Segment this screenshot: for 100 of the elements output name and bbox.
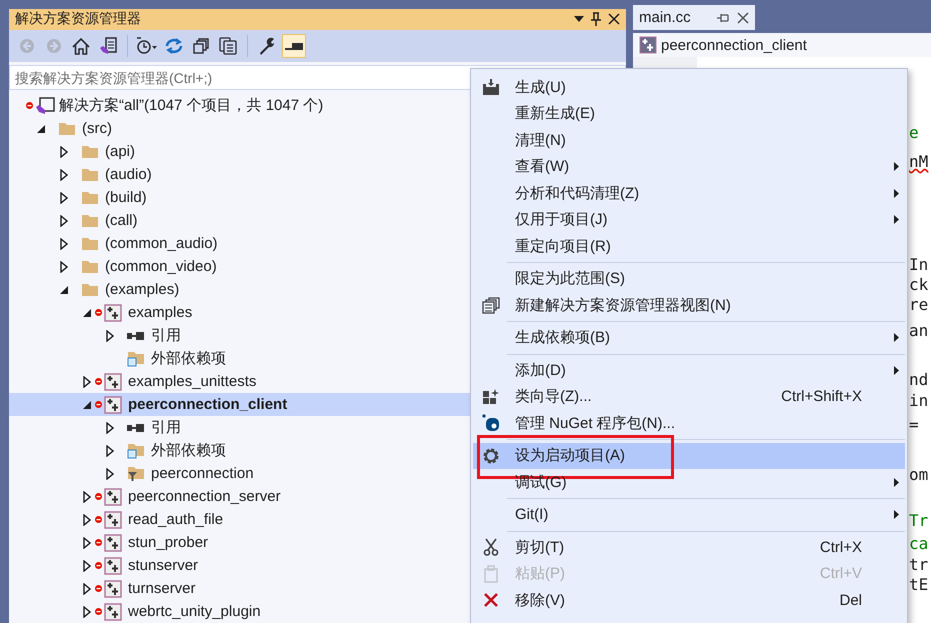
collapse-all-icon bbox=[193, 38, 209, 54]
panel-title: 解决方案资源管理器 bbox=[15, 10, 142, 28]
navigation-bar[interactable]: peerconnection_client bbox=[633, 33, 931, 57]
menu-item-label: 粘贴(P) bbox=[515, 564, 565, 584]
collapsed-arrow-icon[interactable] bbox=[83, 490, 91, 502]
nuget-icon bbox=[482, 414, 500, 432]
class-wizard-icon bbox=[482, 388, 500, 406]
collapsed-arrow-icon[interactable] bbox=[60, 260, 68, 272]
tree-item-label: examples_unittests bbox=[128, 373, 256, 390]
collapsed-arrow-icon[interactable] bbox=[83, 514, 91, 526]
folder-icon bbox=[81, 213, 99, 228]
menu-item-label: 添加(D) bbox=[515, 360, 566, 380]
code-text: re bbox=[909, 295, 928, 315]
tree-item-label: (src) bbox=[82, 120, 112, 137]
solution-icon bbox=[35, 96, 55, 114]
collapsed-arrow-icon[interactable] bbox=[106, 330, 114, 342]
menu-item[interactable]: Git(I) bbox=[473, 502, 905, 528]
pin-icon[interactable] bbox=[717, 12, 729, 22]
collapsed-arrow-icon[interactable] bbox=[83, 376, 91, 388]
tree-item-label: read_auth_file bbox=[128, 511, 224, 528]
collapsed-arrow-icon[interactable] bbox=[60, 146, 68, 158]
windows-icon bbox=[482, 296, 500, 314]
folder-icon bbox=[81, 190, 99, 205]
expanded-arrow-icon[interactable] bbox=[37, 124, 45, 132]
collapsed-arrow-icon[interactable] bbox=[106, 444, 114, 456]
folder-icon bbox=[81, 236, 99, 251]
editor-tab[interactable]: main.cc bbox=[633, 5, 755, 30]
pin-icon[interactable] bbox=[590, 12, 602, 26]
menu-item[interactable]: 新建解决方案资源管理器视图(N) bbox=[473, 292, 905, 318]
project-icon bbox=[104, 556, 122, 574]
expanded-arrow-icon[interactable] bbox=[83, 400, 91, 408]
project-icon bbox=[104, 602, 122, 620]
code-text: nM bbox=[909, 152, 928, 172]
menu-item[interactable]: 添加(D) bbox=[473, 357, 905, 384]
dropdown-icon[interactable] bbox=[574, 16, 584, 22]
code-text: om bbox=[909, 465, 928, 485]
menu-item[interactable]: 分析和代码清理(Z) bbox=[473, 180, 905, 206]
menu-item[interactable]: 重新生成(E) bbox=[473, 100, 905, 127]
code-text: Tr bbox=[909, 511, 928, 531]
menu-item[interactable]: 生成依赖项(B) bbox=[473, 324, 905, 351]
menu-item-label: 查看(W) bbox=[515, 157, 570, 176]
project-icon bbox=[104, 396, 122, 414]
collapsed-arrow-icon[interactable] bbox=[83, 560, 91, 572]
collapsed-arrow-icon[interactable] bbox=[83, 582, 91, 594]
menu-item[interactable]: 剪切(T) Ctrl+X bbox=[473, 534, 905, 560]
folder-icon bbox=[81, 144, 99, 159]
close-icon[interactable] bbox=[608, 13, 620, 26]
menu-item[interactable]: 清理(N) bbox=[473, 127, 905, 154]
gear-icon bbox=[482, 446, 500, 465]
expanded-arrow-icon[interactable] bbox=[83, 308, 91, 316]
tree-item-label: peerconnection_server bbox=[128, 488, 281, 505]
wrench-icon bbox=[258, 37, 276, 56]
project-icon bbox=[104, 510, 122, 528]
collapsed-arrow-icon[interactable] bbox=[83, 606, 91, 618]
menu-item[interactable]: 查看(W) bbox=[473, 154, 905, 180]
menu-item[interactable]: 重定向项目(R) bbox=[473, 233, 905, 260]
code-text: tE bbox=[909, 575, 928, 595]
close-icon[interactable] bbox=[737, 12, 749, 24]
menu-item-label: 调试(G) bbox=[515, 472, 567, 492]
collapsed-arrow-icon[interactable] bbox=[60, 192, 68, 204]
menu-item[interactable]: 仅用于项目(J) bbox=[473, 206, 905, 233]
refresh-icon bbox=[165, 37, 183, 56]
folder-icon bbox=[127, 350, 145, 367]
clock-dropdown-icon bbox=[136, 37, 158, 56]
code-text: ca bbox=[909, 534, 928, 554]
home-icon bbox=[72, 38, 90, 55]
pages-icon bbox=[219, 37, 237, 56]
collapsed-arrow-icon[interactable] bbox=[106, 468, 114, 480]
code-text: nd bbox=[909, 370, 928, 390]
project-icon bbox=[104, 304, 122, 322]
menu-item[interactable]: 设为启动项目(A) bbox=[473, 442, 905, 469]
menu-item[interactable]: 限定为此范围(S) bbox=[473, 266, 905, 292]
tree-item-label: (api) bbox=[105, 143, 136, 160]
menu-item[interactable]: 移除(V) Del bbox=[473, 587, 905, 614]
tree-item-label: stunserver bbox=[128, 557, 198, 574]
collapsed-arrow-icon[interactable] bbox=[60, 238, 68, 250]
tree-item-label: turnserver bbox=[128, 580, 196, 597]
menu-item-label: 剪切(T) bbox=[515, 538, 564, 557]
project-icon bbox=[104, 534, 122, 552]
tree-item-label: (common_video) bbox=[105, 258, 217, 275]
menu-item[interactable]: 调试(G) bbox=[473, 469, 905, 496]
close-icon bbox=[483, 592, 499, 608]
collapsed-arrow-icon[interactable] bbox=[60, 214, 68, 226]
clipboard-icon bbox=[483, 564, 499, 583]
collapsed-arrow-icon[interactable] bbox=[83, 536, 91, 548]
references-icon bbox=[127, 330, 145, 340]
code-text: = bbox=[909, 415, 919, 435]
expanded-arrow-icon[interactable] bbox=[60, 286, 68, 294]
project-name: peerconnection_client bbox=[661, 36, 807, 54]
menu-item-label: 限定为此范围(S) bbox=[515, 269, 625, 288]
tree-item-label: (common_audio) bbox=[105, 235, 218, 252]
toolbar-button[interactable] bbox=[282, 34, 306, 58]
menu-item-label: 生成依赖项(B) bbox=[515, 328, 610, 348]
solution-view-icon bbox=[99, 37, 117, 56]
back-icon bbox=[19, 38, 35, 54]
menu-item-label: 设为启动项目(A) bbox=[515, 446, 625, 466]
folder-icon bbox=[127, 442, 145, 459]
collapsed-arrow-icon[interactable] bbox=[106, 422, 114, 434]
project-icon bbox=[639, 36, 657, 54]
collapsed-arrow-icon[interactable] bbox=[60, 168, 68, 180]
